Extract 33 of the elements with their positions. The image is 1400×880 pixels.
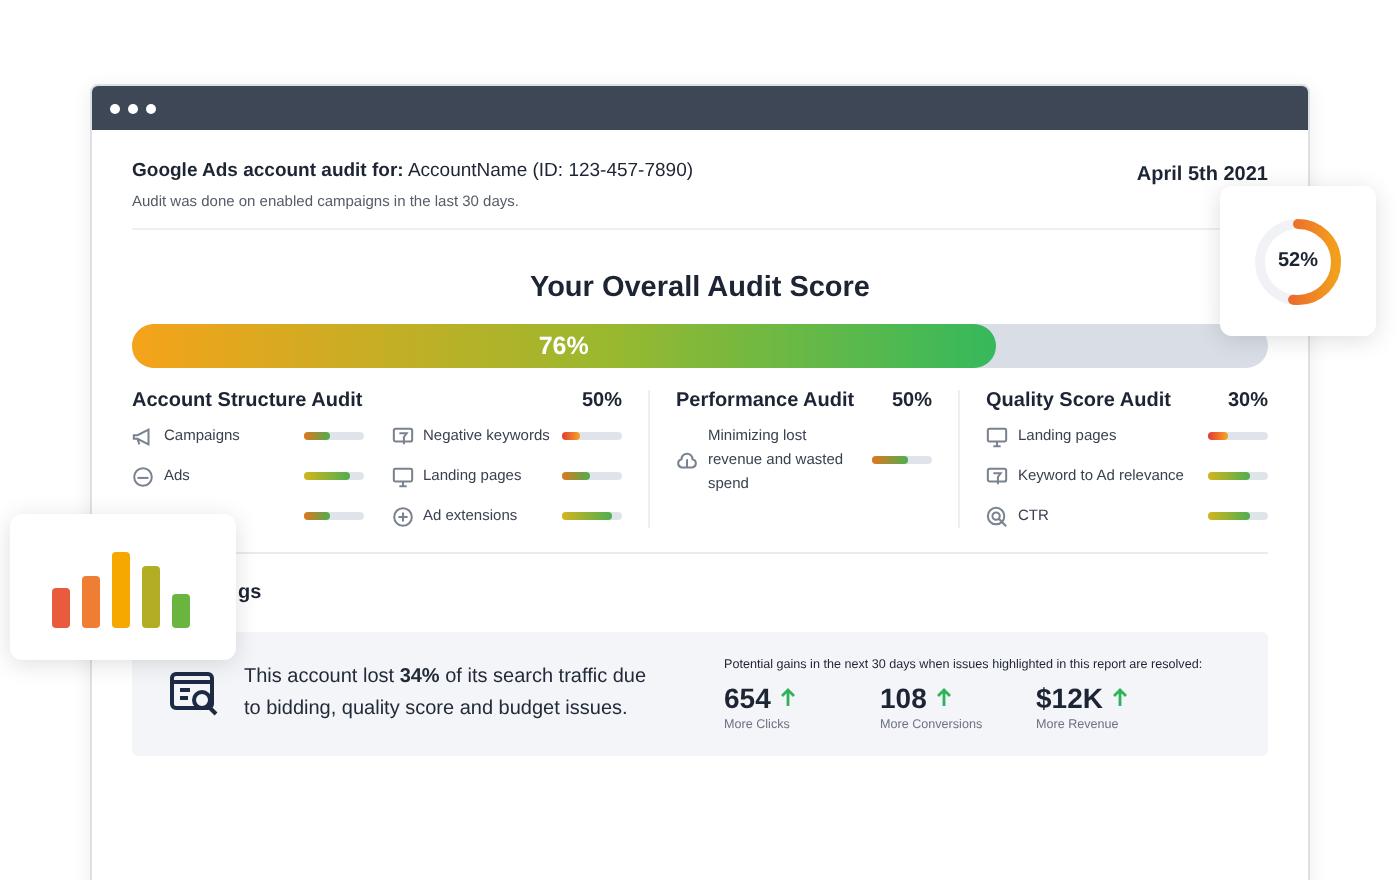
stat-value: 108 [880,681,927,713]
bar-chart-drawing [51,547,195,627]
ad-circle-icon [132,465,154,487]
section-score: 50% [891,390,932,412]
section-heading: gs [236,580,264,608]
section-score: 50% [581,390,622,412]
section-title: Quality Score Audit [986,390,1171,412]
donut-value: 52% [1277,250,1318,272]
monitor-icon [986,425,1008,447]
megaphone-icon [132,425,154,447]
findings-summary: This account lost 34% of its search traffic due to bidding, quality score and budget issues. [244,663,649,724]
audit-date: April 5th 2021 [1136,164,1268,186]
window-dot[interactable] [110,103,120,113]
filter-screen-icon [986,465,1008,487]
window-dot[interactable] [146,103,156,113]
up-arrow-icon [780,688,797,706]
target-icon [986,505,1008,527]
plus-circle-icon [391,505,413,527]
audit-title: Google Ads account audit for: AccountName (ID: 123-457-7890) [132,160,694,182]
filter-screen-icon [391,425,413,447]
score-heading: Your Overall Audit Score [527,272,872,304]
window-dot[interactable] [128,103,138,113]
score-value: 76% [538,332,589,360]
up-arrow-icon [1112,688,1129,706]
section-title: Performance Audit [676,390,855,412]
cloud-icon [676,449,698,471]
monitor-icon [391,465,413,487]
section-score: 30% [1227,390,1268,412]
section-title: Account Structure Audit [132,390,363,412]
stat-value: 654 [724,681,771,713]
search-report-icon [168,668,220,720]
stat-value: $12K [1036,681,1103,713]
up-arrow-icon [936,688,953,706]
